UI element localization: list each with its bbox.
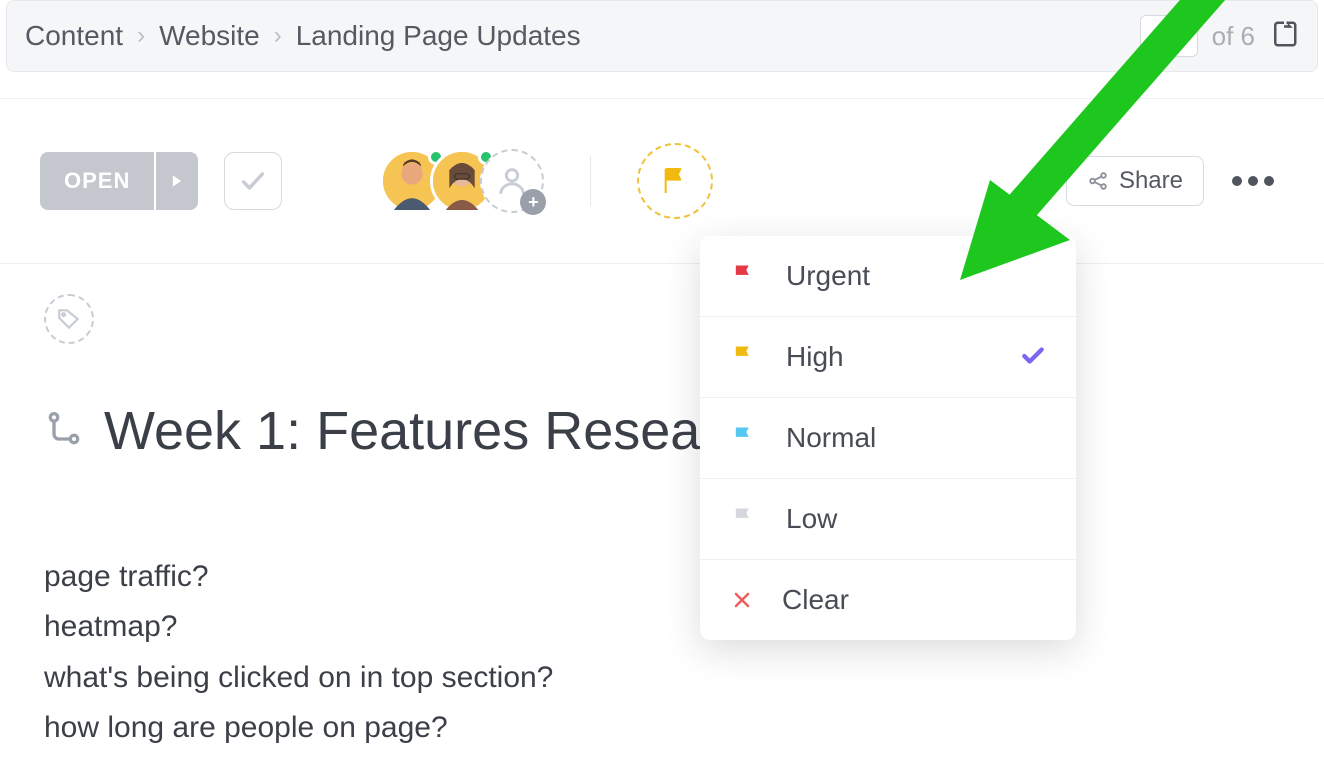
status-button-group: OPEN: [40, 152, 198, 210]
open-external-icon[interactable]: [1269, 19, 1299, 54]
assignees: +: [380, 149, 544, 213]
share-button[interactable]: Share: [1066, 156, 1204, 206]
priority-option-low[interactable]: Low: [700, 479, 1076, 560]
chevron-right-icon: ›: [274, 22, 282, 50]
task-title-row: Week 1: Features Research: [44, 400, 1280, 462]
priority-option-normal[interactable]: Normal: [700, 398, 1076, 479]
task-body: Week 1: Features Research page traffic? …: [0, 264, 1324, 784]
status-open-button[interactable]: OPEN: [40, 152, 154, 210]
divider: [590, 156, 591, 206]
add-tags-button[interactable]: [44, 294, 94, 344]
task-header: OPEN +: [0, 99, 1324, 264]
page-total-label: of 6: [1212, 21, 1255, 52]
note-line: what's being clicked on in top section?: [44, 653, 1280, 703]
priority-label: Low: [786, 503, 1046, 535]
page-number-input[interactable]: [1140, 15, 1198, 57]
priority-option-high[interactable]: High: [700, 317, 1076, 398]
share-label: Share: [1119, 167, 1183, 195]
breadcrumb-landing-page-updates[interactable]: Landing Page Updates: [296, 20, 581, 52]
priority-dropdown: Urgent High Normal Low Clear: [700, 236, 1076, 640]
task-title[interactable]: Week 1: Features Research: [104, 400, 775, 462]
priority-label: Clear: [782, 584, 1046, 616]
plus-icon: +: [520, 189, 546, 215]
complete-check-button[interactable]: [224, 152, 282, 210]
add-assignee-button[interactable]: +: [480, 149, 544, 213]
note-line: how long are people on page?: [44, 703, 1280, 753]
chevron-right-icon: ›: [137, 22, 145, 50]
priority-option-urgent[interactable]: Urgent: [700, 236, 1076, 317]
task-description[interactable]: page traffic? heatmap? what's being clic…: [44, 552, 1280, 754]
subtask-icon: [44, 409, 84, 454]
priority-label: High: [786, 341, 992, 373]
breadcrumb: Content › Website › Landing Page Updates…: [6, 0, 1318, 72]
note-line: heatmap?: [44, 602, 1280, 652]
breadcrumb-website[interactable]: Website: [159, 20, 260, 52]
priority-label: Normal: [786, 422, 1046, 454]
priority-label: Urgent: [786, 260, 1046, 292]
status-dropdown-caret[interactable]: [154, 152, 198, 210]
priority-flag-button[interactable]: [637, 143, 713, 219]
priority-option-clear[interactable]: Clear: [700, 560, 1076, 640]
note-line: page traffic?: [44, 552, 1280, 602]
breadcrumb-content[interactable]: Content: [25, 20, 123, 52]
check-icon: [1020, 342, 1046, 373]
more-menu-button[interactable]: [1222, 166, 1284, 196]
